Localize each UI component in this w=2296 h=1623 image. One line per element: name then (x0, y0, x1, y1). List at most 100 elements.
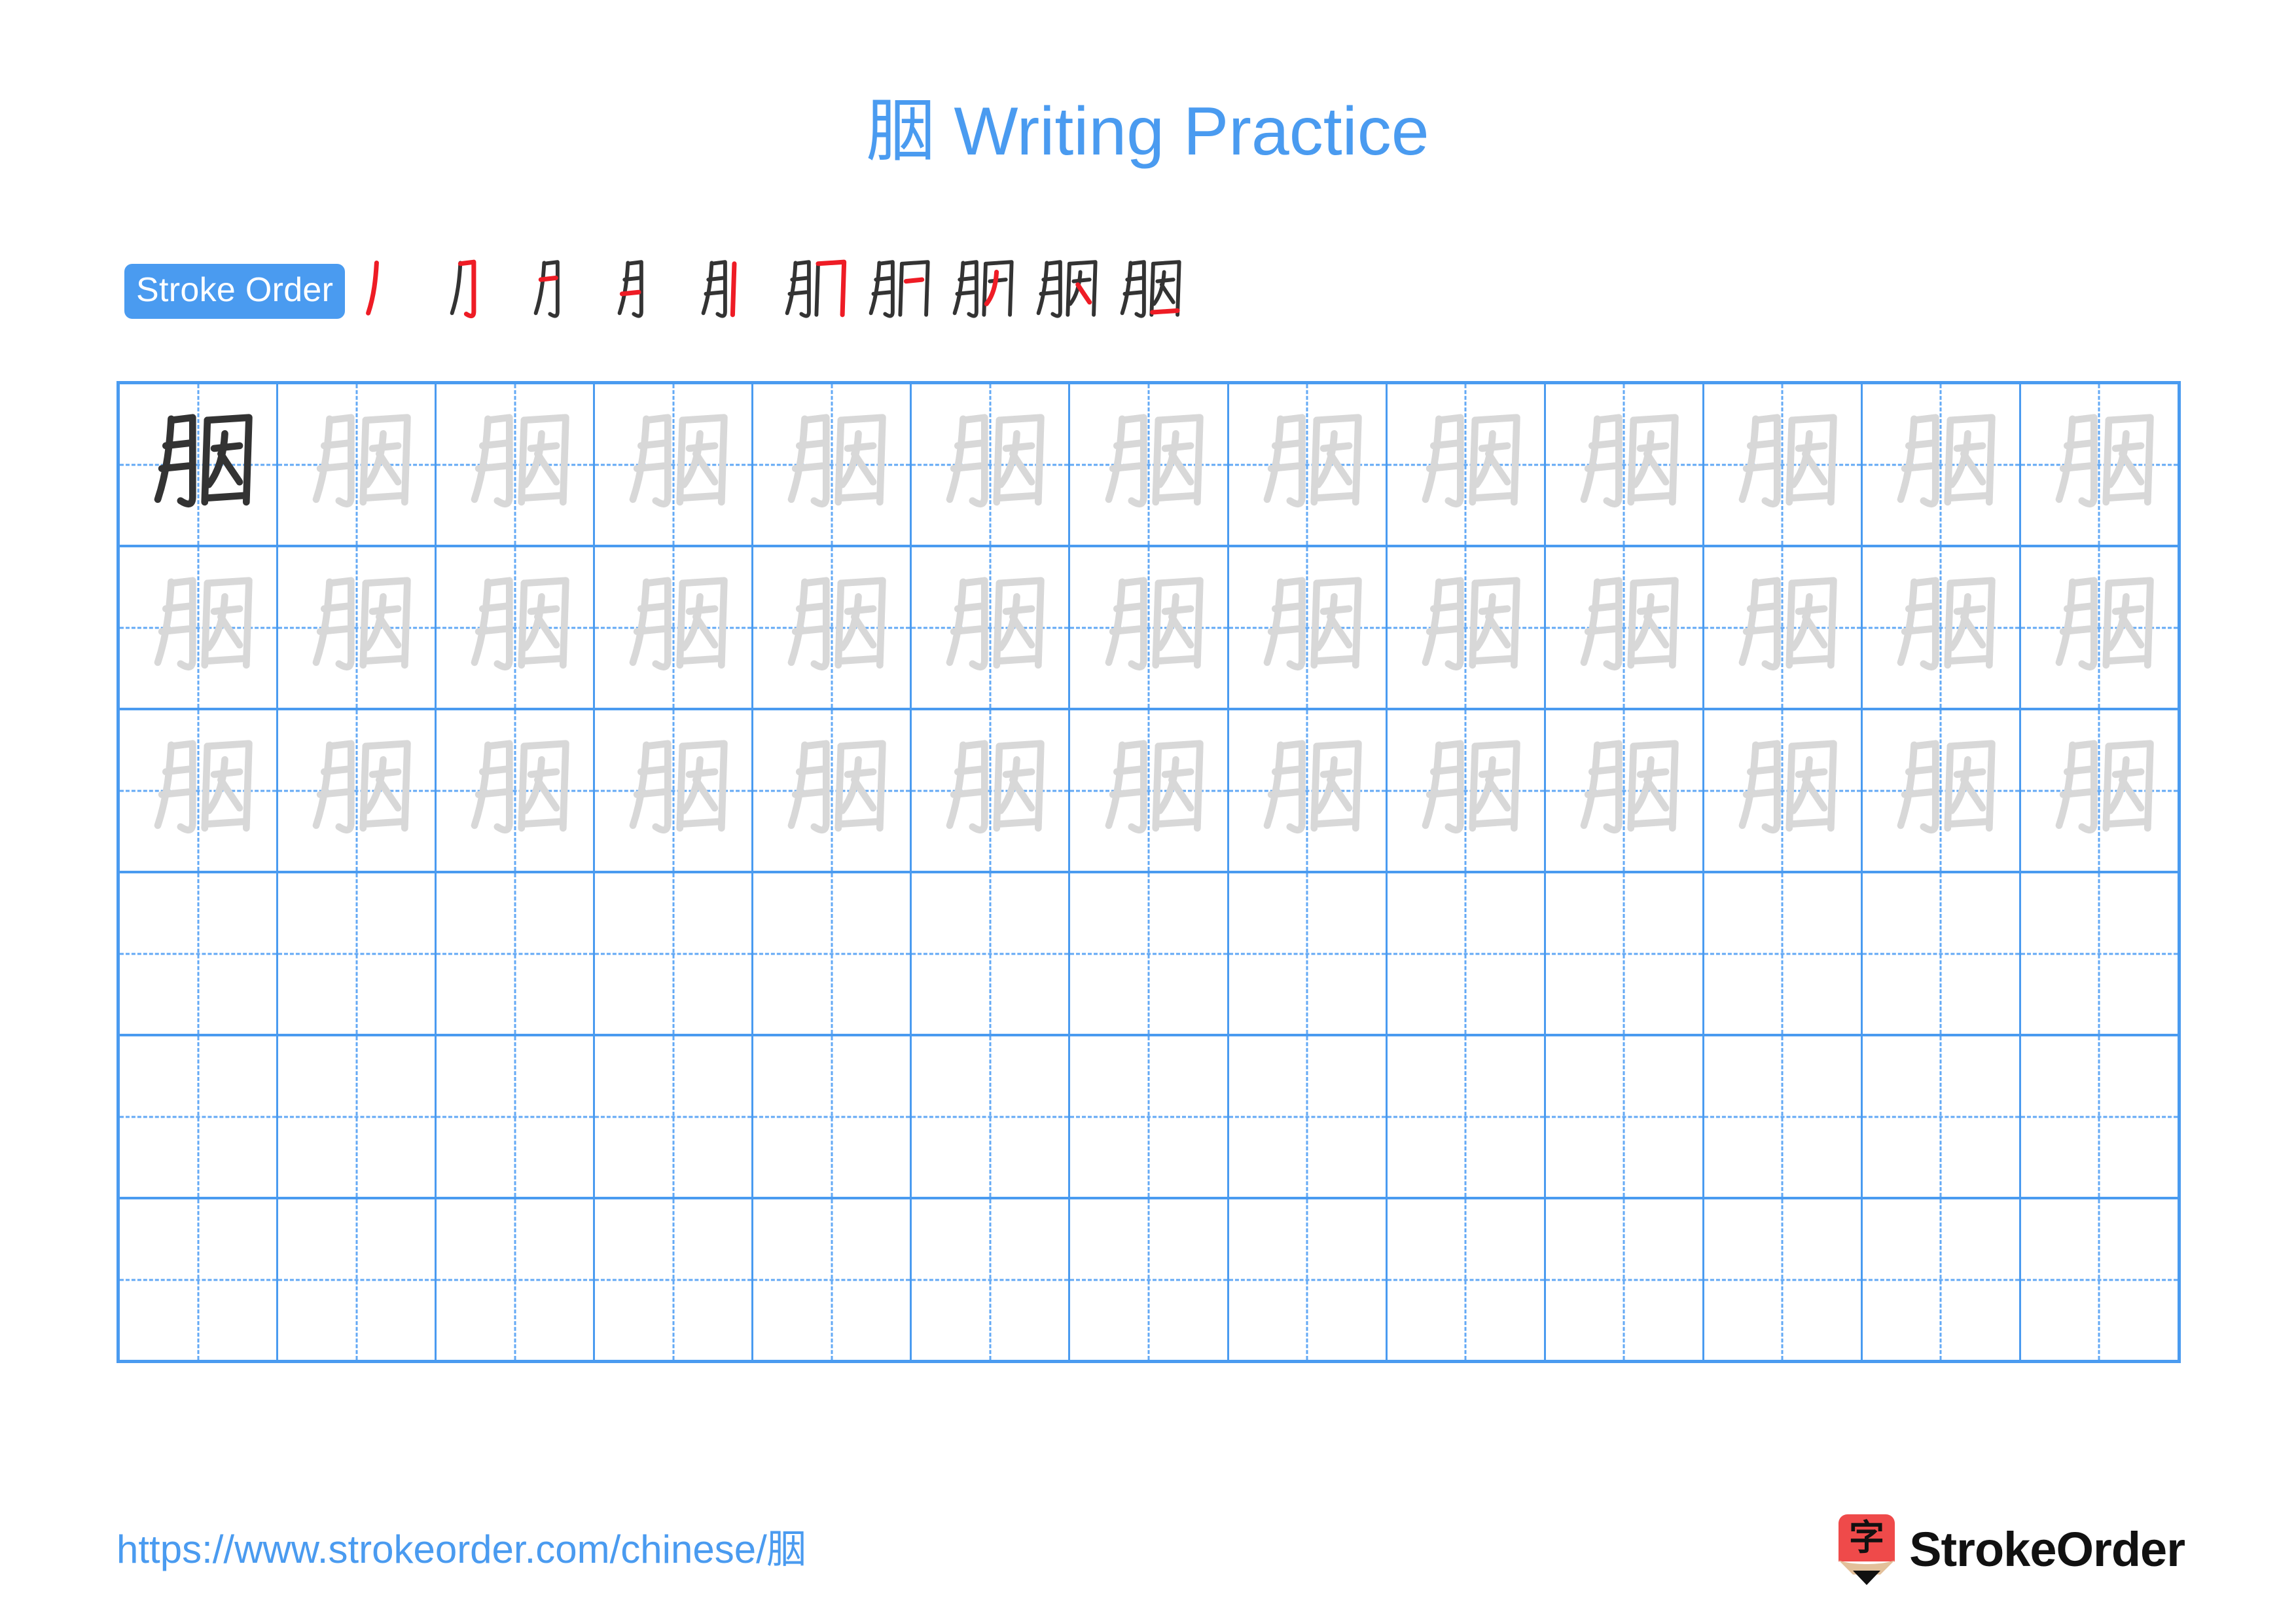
grid-cell-r1-c6[interactable] (912, 384, 1071, 545)
grid-cell-r6-c5[interactable] (753, 1199, 912, 1360)
grid-cell-r5-c8[interactable] (1229, 1036, 1388, 1197)
grid-cell-r1-c11[interactable] (1704, 384, 1863, 545)
grid-cell-r6-c4[interactable] (595, 1199, 754, 1360)
grid-cell-r1-c4[interactable] (595, 384, 754, 545)
grid-cell-r6-c2[interactable] (278, 1199, 437, 1360)
grid-cell-r6-c9[interactable] (1388, 1199, 1546, 1360)
grid-cell-r6-c8[interactable] (1229, 1199, 1388, 1360)
grid-cell-r2-c7[interactable] (1070, 547, 1229, 708)
grid-cell-r4-c12[interactable] (1863, 873, 2021, 1034)
grid-cell-r1-c5[interactable] (753, 384, 912, 545)
grid-cell-r1-c2[interactable] (278, 384, 437, 545)
grid-cell-r3-c3[interactable] (437, 710, 596, 871)
trace-character (1229, 547, 1386, 708)
stroke-step-5 (687, 249, 770, 333)
grid-cell-r2-c8[interactable] (1229, 547, 1388, 708)
grid-cell-r4-c7[interactable] (1070, 873, 1229, 1034)
grid-cell-r3-c1[interactable] (120, 710, 279, 871)
grid-row-2 (120, 547, 2178, 710)
brand-name-label: StrokeOrder (1909, 1522, 2185, 1577)
trace-character (437, 547, 593, 708)
grid-cell-r4-c8[interactable] (1229, 873, 1388, 1034)
grid-cell-r1-c13[interactable] (2021, 384, 2178, 545)
grid-cell-r1-c3[interactable] (437, 384, 596, 545)
grid-cell-r2-c13[interactable] (2021, 547, 2178, 708)
trace-character (1704, 384, 1861, 545)
grid-cell-r4-c6[interactable] (912, 873, 1071, 1034)
grid-cell-r5-c12[interactable] (1863, 1036, 2021, 1197)
grid-cell-r5-c10[interactable] (1546, 1036, 1704, 1197)
grid-cell-r3-c2[interactable] (278, 710, 437, 871)
svg-text:字: 字 (1849, 1517, 1884, 1558)
grid-cell-r2-c1[interactable] (120, 547, 279, 708)
stroke-step-8 (938, 249, 1022, 333)
grid-cell-r5-c6[interactable] (912, 1036, 1071, 1197)
grid-cell-r5-c11[interactable] (1704, 1036, 1863, 1197)
grid-cell-r3-c12[interactable] (1863, 710, 2021, 871)
brand-logo[interactable]: 字 StrokeOrder (1839, 1514, 2185, 1586)
grid-cell-r6-c12[interactable] (1863, 1199, 2021, 1360)
grid-cell-r4-c13[interactable] (2021, 873, 2178, 1034)
grid-cell-r4-c9[interactable] (1388, 873, 1546, 1034)
grid-row-4 (120, 873, 2178, 1036)
grid-cell-r2-c2[interactable] (278, 547, 437, 708)
grid-cell-r6-c13[interactable] (2021, 1199, 2178, 1360)
grid-cell-r6-c10[interactable] (1546, 1199, 1704, 1360)
stroke-order-steps (351, 249, 1189, 333)
grid-cell-r3-c5[interactable] (753, 710, 912, 871)
grid-cell-r4-c10[interactable] (1546, 873, 1704, 1034)
grid-cell-r1-c10[interactable] (1546, 384, 1704, 545)
grid-cell-r3-c10[interactable] (1546, 710, 1704, 871)
trace-character (2021, 547, 2178, 708)
trace-character (437, 710, 593, 871)
grid-cell-r3-c11[interactable] (1704, 710, 1863, 871)
grid-cell-r5-c5[interactable] (753, 1036, 912, 1197)
grid-cell-r3-c4[interactable] (595, 710, 754, 871)
trace-character (912, 710, 1068, 871)
trace-character (1704, 710, 1861, 871)
grid-cell-r3-c9[interactable] (1388, 710, 1546, 871)
grid-cell-r1-c8[interactable] (1229, 384, 1388, 545)
grid-cell-r6-c3[interactable] (437, 1199, 596, 1360)
grid-cell-r6-c6[interactable] (912, 1199, 1071, 1360)
stroke-step-10 (1105, 249, 1189, 333)
grid-cell-r2-c10[interactable] (1546, 547, 1704, 708)
grid-cell-r2-c6[interactable] (912, 547, 1071, 708)
grid-cell-r6-c11[interactable] (1704, 1199, 1863, 1360)
grid-cell-r4-c3[interactable] (437, 873, 596, 1034)
grid-cell-r4-c11[interactable] (1704, 873, 1863, 1034)
grid-cell-r4-c1[interactable] (120, 873, 279, 1034)
trace-character (278, 547, 435, 708)
grid-cell-r3-c6[interactable] (912, 710, 1071, 871)
grid-cell-r2-c4[interactable] (595, 547, 754, 708)
grid-cell-r1-c9[interactable] (1388, 384, 1546, 545)
grid-cell-r2-c11[interactable] (1704, 547, 1863, 708)
grid-cell-r3-c7[interactable] (1070, 710, 1229, 871)
trace-character (1388, 547, 1544, 708)
trace-character (278, 710, 435, 871)
grid-cell-r2-c9[interactable] (1388, 547, 1546, 708)
grid-cell-r5-c2[interactable] (278, 1036, 437, 1197)
grid-cell-r2-c5[interactable] (753, 547, 912, 708)
grid-cell-r5-c9[interactable] (1388, 1036, 1546, 1197)
grid-cell-r4-c5[interactable] (753, 873, 912, 1034)
grid-cell-r1-c12[interactable] (1863, 384, 2021, 545)
grid-cell-r5-c4[interactable] (595, 1036, 754, 1197)
grid-cell-r4-c4[interactable] (595, 873, 754, 1034)
grid-cell-r3-c13[interactable] (2021, 710, 2178, 871)
trace-character (1070, 384, 1227, 545)
grid-cell-r6-c7[interactable] (1070, 1199, 1229, 1360)
grid-cell-r2-c3[interactable] (437, 547, 596, 708)
grid-cell-r6-c1[interactable] (120, 1199, 279, 1360)
grid-cell-r4-c2[interactable] (278, 873, 437, 1034)
grid-cell-r1-c1[interactable] (120, 384, 279, 545)
grid-cell-r2-c12[interactable] (1863, 547, 2021, 708)
grid-cell-r1-c7[interactable] (1070, 384, 1229, 545)
grid-cell-r5-c1[interactable] (120, 1036, 279, 1197)
practice-grid (117, 381, 2181, 1363)
grid-cell-r3-c8[interactable] (1229, 710, 1388, 871)
grid-cell-r5-c7[interactable] (1070, 1036, 1229, 1197)
footer-url-link[interactable]: https://www.strokeorder.com/chinese/胭 (117, 1530, 806, 1569)
grid-cell-r5-c13[interactable] (2021, 1036, 2178, 1197)
grid-cell-r5-c3[interactable] (437, 1036, 596, 1197)
